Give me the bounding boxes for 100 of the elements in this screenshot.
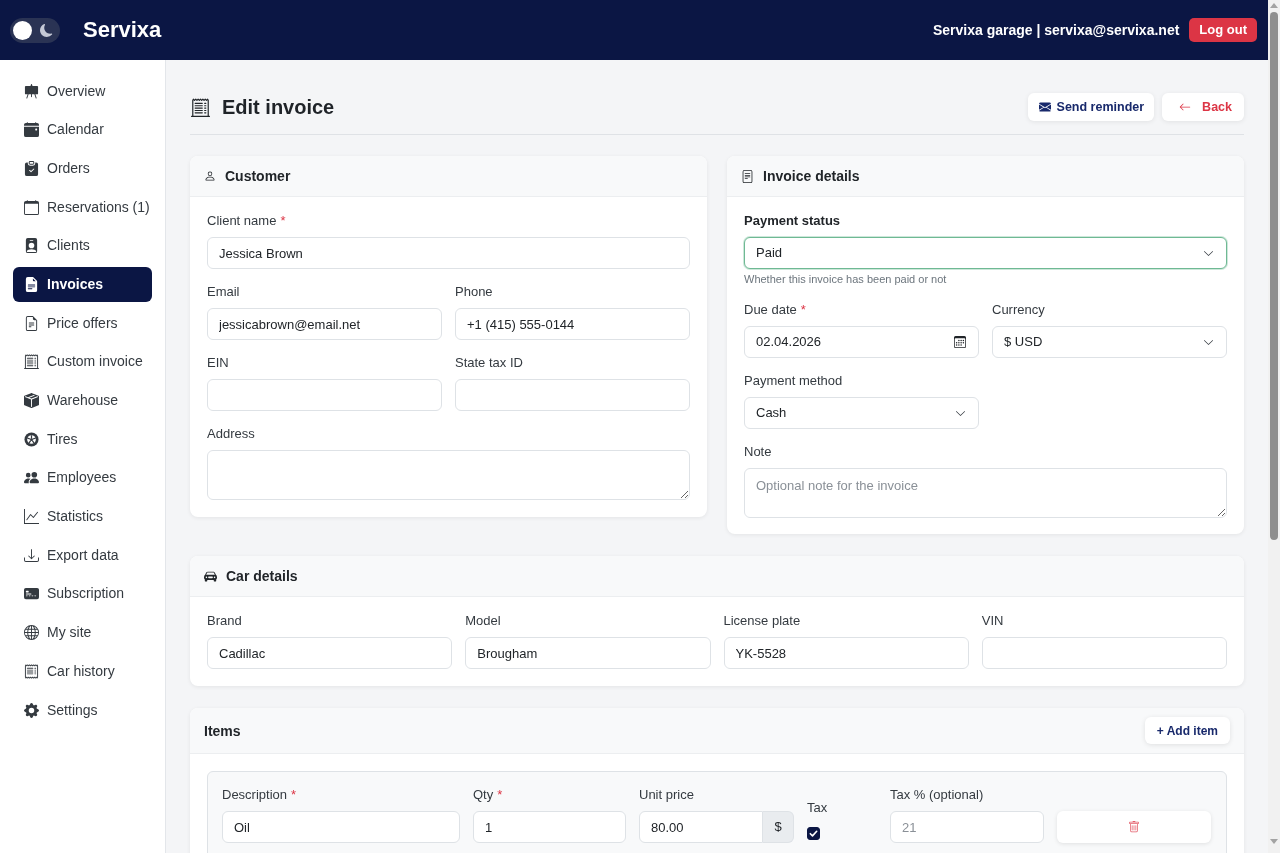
easel-icon xyxy=(24,83,39,99)
settings-icon xyxy=(24,702,39,718)
field-label: Description * xyxy=(222,786,298,804)
field-label: Due date * xyxy=(744,301,807,319)
text-input[interactable]: Oil xyxy=(222,811,460,843)
field-label: Unit price xyxy=(639,786,695,804)
person-icon xyxy=(204,170,216,182)
textarea-field[interactable] xyxy=(207,450,690,500)
sidebar-item[interactable]: Calendar xyxy=(13,112,152,148)
clipboard-check-icon xyxy=(24,160,39,176)
field-label: Tax xyxy=(807,799,829,817)
download-icon xyxy=(24,547,39,563)
field-label: EIN xyxy=(207,354,230,372)
toggle-knob xyxy=(13,20,32,40)
field-label: VIN xyxy=(981,612,1005,630)
text-input[interactable]: Cadillac xyxy=(207,637,453,669)
delete-button[interactable] xyxy=(1057,811,1211,843)
text-input[interactable] xyxy=(981,637,1227,669)
action-button[interactable]: Send reminder xyxy=(1027,93,1155,121)
line-chart-icon xyxy=(24,509,39,525)
sidebar-item[interactable]: Custom invoice xyxy=(13,344,152,380)
card-title: Invoice details xyxy=(763,167,860,186)
text-input[interactable]: YK-5528 xyxy=(723,637,969,669)
tire-icon xyxy=(24,431,39,447)
scroll-down-arrow-icon[interactable] xyxy=(1270,839,1278,844)
field-label: State tax ID xyxy=(455,354,524,372)
field-label: Note xyxy=(744,443,773,461)
box-icon xyxy=(24,393,39,408)
scrollbar[interactable] xyxy=(1268,0,1280,853)
sidebar-item[interactable]: My site xyxy=(13,615,152,651)
document-icon xyxy=(24,276,39,292)
moon-icon xyxy=(40,23,53,37)
currency-symbol: $ xyxy=(763,811,794,843)
add-item-button[interactable]: + Add item xyxy=(1144,717,1230,744)
sidebar-item[interactable]: Tires xyxy=(13,421,152,457)
brand-name: Servixa xyxy=(83,16,162,44)
scrollbar-thumb[interactable] xyxy=(1270,12,1278,540)
text-input[interactable] xyxy=(455,379,690,411)
receipt-icon xyxy=(24,354,39,370)
field-label: Model xyxy=(465,612,502,630)
sidebar-item[interactable]: Reservations (1) xyxy=(13,189,152,225)
sidebar-item[interactable]: Overview xyxy=(13,73,152,109)
field-label: Address xyxy=(207,425,256,443)
textarea-field[interactable]: Optional note for the invoice xyxy=(744,468,1227,518)
text-input[interactable] xyxy=(207,379,442,411)
theme-toggle[interactable] xyxy=(10,17,60,43)
field-label: Currency xyxy=(992,301,1046,319)
document-icon xyxy=(24,315,39,331)
receipt-icon xyxy=(24,663,39,679)
document-icon xyxy=(741,169,754,183)
field-label: Payment method xyxy=(744,372,844,390)
sidebar-item[interactable]: Settings xyxy=(13,692,152,728)
sidebar-item[interactable]: Orders xyxy=(13,150,152,186)
sidebar-item[interactable]: Statistics xyxy=(13,499,152,535)
sidebar-item[interactable]: Invoices xyxy=(13,266,152,302)
car-icon xyxy=(204,569,217,583)
envelope-icon xyxy=(1038,101,1051,113)
text-input[interactable]: 21 xyxy=(890,811,1044,843)
scroll-up-arrow-icon[interactable] xyxy=(1270,3,1278,8)
text-input[interactable]: Brougham xyxy=(465,637,711,669)
action-button[interactable]: Back xyxy=(1162,93,1244,121)
account-info: Servixa garage | servixa@servixa.net xyxy=(932,20,1180,40)
sidebar-item[interactable]: Car history xyxy=(13,653,152,689)
sidebar-item[interactable]: Price offers xyxy=(13,305,152,341)
field-label: Payment status xyxy=(744,212,842,230)
select-dropdown[interactable]: Paid xyxy=(744,237,1227,269)
people-icon xyxy=(24,470,39,486)
sidebar-item[interactable]: Employees xyxy=(13,460,152,496)
sidebar-item[interactable]: Clients xyxy=(13,228,152,264)
sidebar-item[interactable]: Export data xyxy=(13,537,152,573)
card-title: Car details xyxy=(226,567,298,586)
field-label: Brand xyxy=(207,612,243,630)
field-hint: Whether this invoice has been paid or not xyxy=(744,272,948,286)
date-input[interactable]: 02.04.2026 xyxy=(744,326,979,358)
calendar-icon xyxy=(24,199,39,215)
text-input[interactable]: Jessica Brown xyxy=(207,237,690,269)
text-input[interactable]: 1 xyxy=(473,811,626,843)
text-input[interactable]: jessicabrown@email.net xyxy=(207,308,442,340)
calendar-icon xyxy=(954,336,966,348)
text-input[interactable]: 80.00 xyxy=(639,811,763,843)
receipt-icon xyxy=(191,97,210,117)
field-label: License plate xyxy=(723,612,802,630)
credit-card-icon xyxy=(24,586,39,602)
field-label: Tax % (optional) xyxy=(890,786,985,804)
globe-icon xyxy=(24,625,39,641)
person-badge-icon xyxy=(24,238,39,254)
field-label: Qty * xyxy=(473,786,504,804)
checkbox[interactable] xyxy=(807,827,820,840)
field-label: Phone xyxy=(455,283,494,301)
page-title: Edit invoice xyxy=(222,95,335,120)
card-title: Items xyxy=(204,721,241,741)
sidebar-item[interactable]: Warehouse xyxy=(13,383,152,418)
sidebar-item[interactable]: Subscription xyxy=(13,576,152,612)
field-label: Email xyxy=(207,283,241,301)
select-dropdown[interactable]: $ USD xyxy=(992,326,1227,358)
select-dropdown[interactable]: Cash xyxy=(744,397,979,429)
text-input[interactable]: +1 (415) 555-0144 xyxy=(455,308,690,340)
calendar-icon xyxy=(24,122,39,138)
logout-button[interactable]: Log out xyxy=(1189,18,1257,42)
card-title: Customer xyxy=(225,167,291,186)
